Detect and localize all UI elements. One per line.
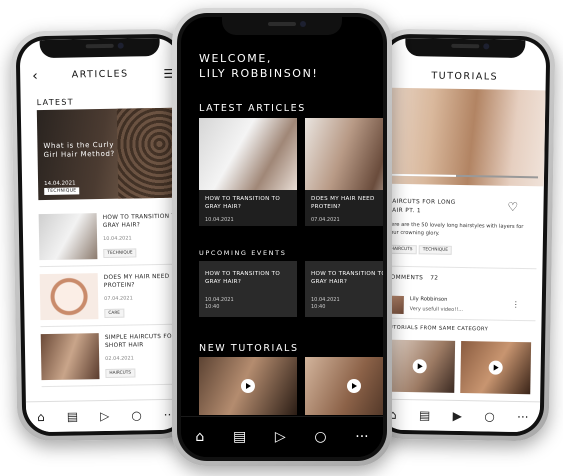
home-icon[interactable]: ⌂ (37, 410, 45, 424)
featured-article-tag[interactable]: Technique (44, 187, 80, 196)
article-title: How to transition to gray hair? (102, 213, 181, 229)
phone-notch (39, 37, 160, 59)
phone-notch (405, 37, 526, 59)
latest-articles-heading: Latest Articles (199, 103, 306, 114)
articles-icon[interactable]: ▤ (419, 408, 431, 422)
new-tutorials-heading: New tutorials (199, 343, 299, 354)
article-image (199, 118, 297, 190)
chat-icon[interactable]: ○ (484, 409, 495, 423)
article-card[interactable]: Does my hair need protein? 07.04.2021 (305, 118, 383, 226)
event-date: 10.04.2021 (311, 297, 340, 303)
list-item[interactable]: Does my hair need protein? 07.04.2021 Ca… (39, 269, 181, 328)
tab-bar: ⌂ ▤ ▶ ○ ··· (377, 398, 541, 433)
video-title-line1: Haircuts for long (387, 198, 456, 206)
play-icon[interactable] (347, 379, 361, 393)
article-date: 07.04.2021 (104, 295, 133, 302)
tab-bar: ⌂ ▤ ▷ ○ ··· (181, 416, 383, 457)
article-date: 07.04.2021 (311, 217, 340, 223)
article-tag[interactable]: Haircuts (105, 368, 136, 378)
video-title-line2: hair pt. 1 (387, 207, 422, 215)
articles-icon[interactable]: ▤ (67, 409, 79, 423)
article-image (305, 118, 383, 190)
article-thumbnail (39, 273, 99, 321)
play-icon[interactable] (488, 360, 503, 375)
article-tag[interactable]: Care (104, 308, 125, 318)
chat-icon[interactable]: ○ (314, 429, 326, 445)
event-title: How to transition to gray hair? (311, 271, 383, 285)
event-card[interactable]: How to transition to gray hair? 10.04.20… (199, 261, 297, 317)
list-item[interactable]: Simple haircuts for short hair 02.04.202… (40, 329, 182, 388)
event-datetime: 10.04.2021 10:40 (205, 297, 234, 311)
articles-header: ‹ Articles ☰ (20, 64, 180, 89)
chat-icon[interactable]: ○ (131, 408, 142, 422)
article-thumbnail (40, 333, 100, 381)
tutorial-thumbnail[interactable] (384, 339, 456, 393)
phone-tutorials: Tutorials Haircuts for long hair pt. 1 ♡… (368, 28, 556, 442)
phone-articles: ‹ Articles ☰ Latest What is the Curly Gi… (10, 28, 196, 442)
heart-icon[interactable]: ♡ (507, 200, 518, 214)
featured-article-image (116, 107, 179, 199)
kebab-menu-icon[interactable]: ⋮ (512, 300, 520, 309)
play-icon[interactable] (412, 359, 427, 374)
welcome-heading: Welcome, Lily Robbinson! (199, 51, 318, 81)
comment-author: Lily Robbinson (409, 296, 448, 303)
featured-article-card[interactable]: What is the Curly Girl Hair Method? 14.0… (36, 107, 179, 201)
featured-article-title: What is the Curly Girl Hair Method? (43, 140, 115, 160)
play-icon[interactable]: ▷ (100, 409, 109, 423)
play-icon[interactable]: ▶ (453, 409, 462, 423)
comments-count: 72 (430, 275, 439, 282)
phone-home: Welcome, Lily Robbinson! Latest Articles… (172, 8, 392, 466)
articles-icon[interactable]: ▤ (233, 429, 246, 445)
tutorials-screen: Tutorials Haircuts for long hair pt. 1 ♡… (377, 37, 547, 433)
phone-notch (222, 17, 342, 35)
event-time: 10:40 (311, 304, 326, 310)
play-icon[interactable]: ▷ (275, 429, 286, 445)
home-icon[interactable]: ⌂ (195, 429, 204, 445)
article-date: 02.04.2021 (105, 355, 134, 362)
more-icon[interactable]: ··· (517, 410, 529, 424)
article-date: 10.04.2021 (103, 235, 132, 242)
article-title: Does my hair need protein? (311, 196, 375, 210)
video-progress-bar[interactable] (388, 173, 539, 179)
play-icon[interactable] (241, 379, 255, 393)
event-card[interactable]: How to transition to gray hair? 10.04.20… (305, 261, 383, 317)
article-date: 10.04.2021 (205, 217, 234, 223)
tutorial-thumbnail[interactable] (460, 341, 532, 395)
more-icon[interactable]: ··· (355, 429, 368, 445)
home-screen: Welcome, Lily Robbinson! Latest Articles… (181, 17, 383, 457)
welcome-line1: Welcome, (199, 52, 273, 65)
tutorial-thumbnail[interactable] (305, 357, 383, 415)
list-item[interactable]: How to transition to gray hair? 10.04.20… (38, 209, 181, 268)
page-title: Articles (71, 68, 129, 81)
article-card[interactable]: How to transition to gray hair? 10.04.20… (199, 118, 297, 226)
event-datetime: 10.04.2021 10:40 (311, 297, 340, 311)
event-date: 10.04.2021 (205, 297, 234, 303)
upcoming-events-heading: Upcoming events (199, 249, 287, 257)
article-title: How to transition to gray hair? (205, 196, 281, 210)
tab-bar: ⌂ ▤ ▷ ○ ··· (25, 398, 187, 433)
event-title: How to transition to gray hair? (205, 271, 281, 285)
divider (386, 265, 537, 270)
featured-article-date: 14.04.2021 (44, 180, 76, 188)
video-player[interactable] (381, 87, 546, 187)
welcome-name: Lily Robbinson! (199, 67, 319, 80)
article-title: Does my hair need protein? (103, 273, 170, 289)
articles-screen: ‹ Articles ☰ Latest What is the Curly Gi… (19, 37, 187, 433)
related-heading: Tutorials from same category (385, 324, 489, 333)
tutorial-thumbnail[interactable] (199, 357, 297, 415)
article-tag[interactable]: Technique (103, 248, 137, 258)
article-thumbnail (38, 213, 98, 261)
section-heading-latest: Latest (36, 97, 74, 108)
comment-item[interactable]: Lily Robbinson Very usefull video!!... ⋮ (385, 295, 525, 326)
video-description: Here are the 50 lovely long hairstyles w… (386, 221, 524, 237)
event-time: 10:40 (205, 304, 220, 310)
comment-text: Very usefull video!!... (409, 306, 464, 314)
page-title: Tutorials (431, 70, 499, 83)
video-tag[interactable]: Technique (418, 245, 453, 255)
